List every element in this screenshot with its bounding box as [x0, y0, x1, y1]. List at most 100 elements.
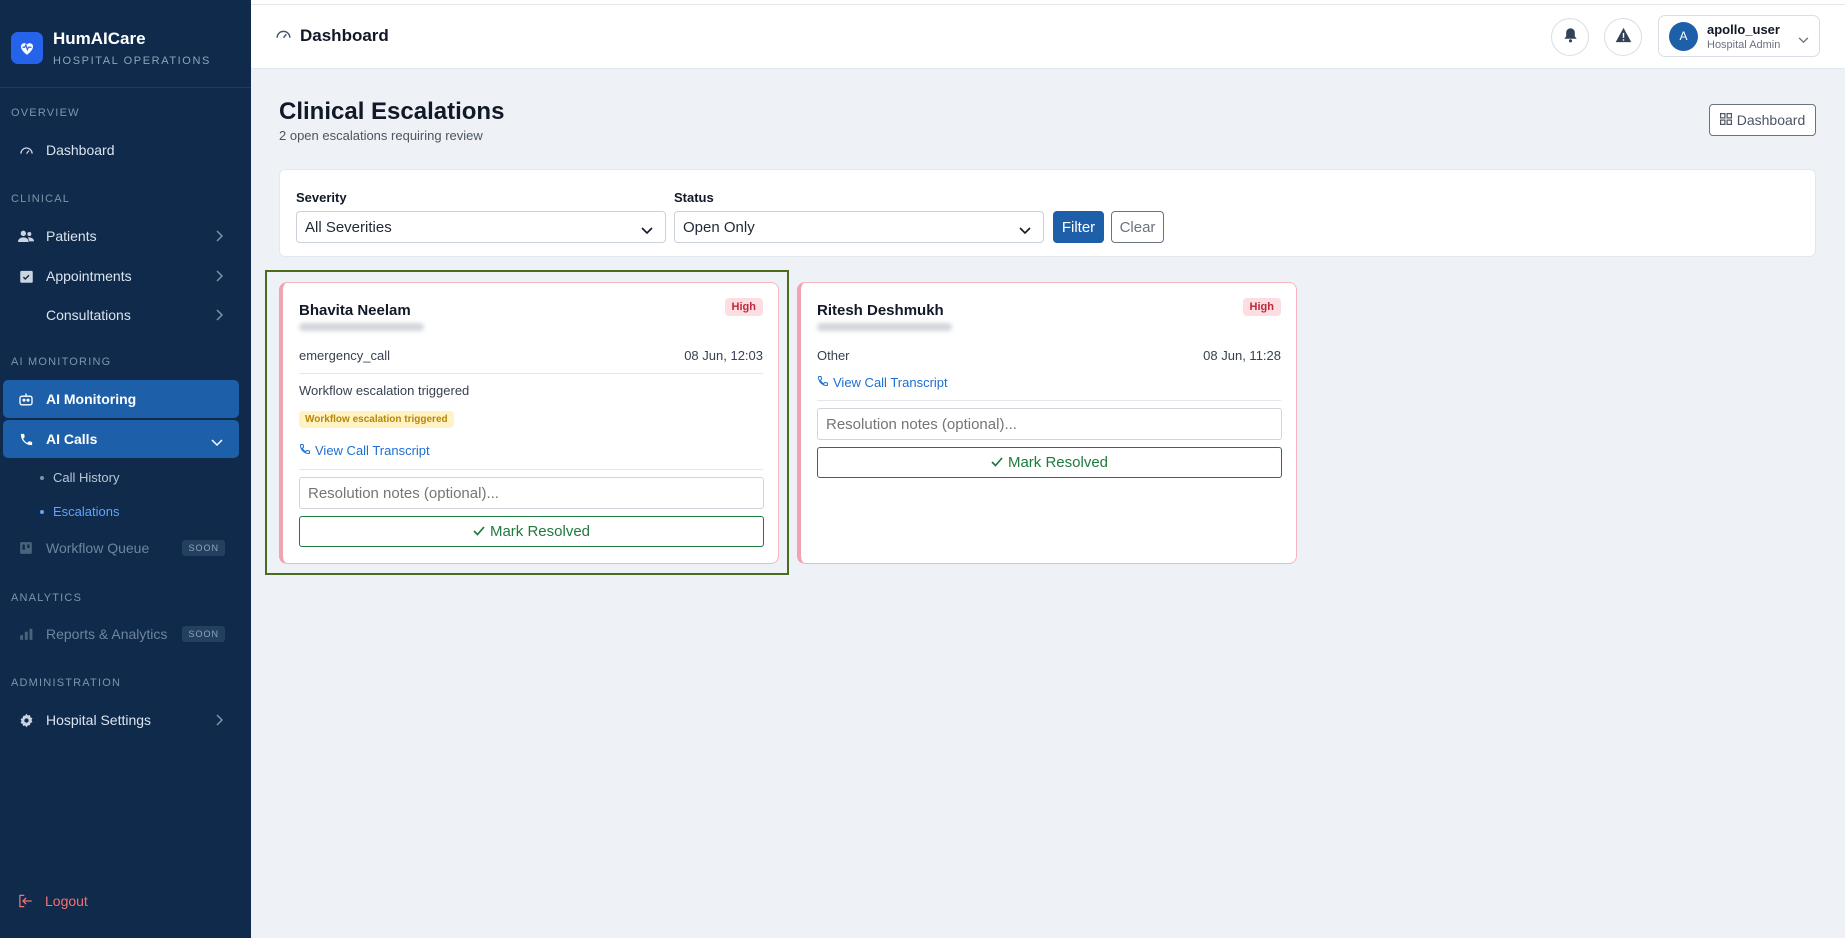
notifications-button[interactable] — [1551, 18, 1589, 56]
sidebar-item-dashboard[interactable]: Dashboard — [3, 131, 239, 169]
robot-icon — [18, 391, 34, 407]
patient-name: Ritesh Deshmukh — [817, 302, 944, 319]
top-header: Dashboard A apollo_user Hospital Admin — [251, 5, 1845, 69]
view-transcript-label: View Call Transcript — [315, 443, 430, 458]
bullet-icon — [40, 509, 44, 514]
reason-tag: Workflow escalation triggered — [299, 411, 454, 428]
sidebar-item-hospital-settings[interactable]: Hospital Settings — [3, 701, 239, 739]
chevron-down-icon — [1798, 31, 1809, 49]
severity-label: Severity — [296, 190, 347, 205]
user-name: apollo_user — [1707, 21, 1780, 37]
resolution-notes-input[interactable] — [817, 408, 1282, 440]
bell-icon — [1563, 27, 1578, 48]
dashboard-button[interactable]: Dashboard — [1709, 104, 1816, 136]
sidebar-subitem-escalations[interactable]: Escalations — [40, 504, 119, 519]
section-overview: OVERVIEW — [11, 107, 80, 119]
severity-badge: High — [1242, 298, 1281, 316]
sidebar-item-label: Hospital Settings — [46, 712, 152, 728]
escalation-time: 08 Jun, 11:28 — [1203, 348, 1281, 363]
escalation-time: 08 Jun, 12:03 — [684, 348, 763, 363]
check-icon — [991, 454, 1003, 471]
chevron-right-icon — [215, 229, 224, 245]
view-transcript-label: View Call Transcript — [833, 375, 948, 390]
chevron-down-icon — [641, 222, 653, 239]
sidebar-item-label: Appointments — [46, 268, 132, 284]
status-select[interactable]: Open Only — [674, 211, 1044, 243]
user-role: Hospital Admin — [1707, 38, 1781, 51]
users-icon — [18, 228, 34, 244]
logout-button[interactable]: Logout — [18, 893, 88, 909]
bar-chart-icon — [18, 626, 34, 642]
status-label: Status — [674, 190, 714, 205]
escalation-type: emergency_call — [299, 348, 391, 363]
dashboard-button-label: Dashboard — [1736, 112, 1806, 128]
gauge-icon — [275, 26, 292, 46]
sidebar-subitem-label: Call History — [53, 470, 120, 485]
gear-icon — [18, 712, 34, 728]
mark-resolved-label: Mark Resolved — [489, 523, 591, 540]
sidebar-item-label: AI Calls — [46, 431, 98, 447]
sidebar-item-reports: Reports & Analytics SOON — [3, 615, 239, 653]
sidebar-item-ai-calls[interactable]: AI Calls — [3, 420, 239, 458]
header-title-text: Dashboard — [300, 26, 389, 45]
sidebar-item-patients[interactable]: Patients — [3, 217, 239, 255]
calendar-check-icon — [18, 268, 34, 284]
user-menu[interactable]: A apollo_user Hospital Admin — [1658, 15, 1820, 57]
section-ai-monitoring: AI MONITORING — [11, 356, 112, 368]
resolution-notes-input[interactable] — [299, 477, 764, 509]
phone-icon — [299, 443, 311, 458]
filter-button[interactable]: Filter — [1053, 211, 1104, 243]
redacted-phone — [817, 323, 952, 331]
sidebar-item-workflow-queue: Workflow Queue SOON — [3, 529, 239, 567]
sidebar-item-label: AI Monitoring — [46, 391, 137, 407]
severity-select[interactable]: All Severities — [296, 211, 666, 243]
divider — [299, 373, 763, 374]
severity-badge: High — [724, 298, 763, 316]
bullet-icon — [40, 475, 44, 480]
mark-resolved-label: Mark Resolved — [1007, 454, 1109, 471]
patient-name: Bhavita Neelam — [299, 302, 411, 319]
sidebar-item-consultations[interactable]: Consultations — [3, 296, 239, 334]
sidebar: HumAICare HOSPITAL OPERATIONS OVERVIEW D… — [0, 0, 251, 938]
gauge-icon — [18, 142, 34, 158]
page-title: Clinical Escalations — [279, 98, 505, 125]
logout-label: Logout — [45, 893, 88, 909]
escalation-reason: Workflow escalation triggered — [299, 383, 470, 398]
brand-name: HumAICare — [53, 29, 146, 48]
phone-icon — [817, 375, 829, 390]
redacted-phone — [299, 323, 424, 331]
view-transcript-link[interactable]: View Call Transcript — [299, 443, 430, 458]
view-transcript-link[interactable]: View Call Transcript — [817, 375, 948, 390]
sidebar-item-label: Dashboard — [46, 142, 115, 158]
section-analytics: ANALYTICS — [11, 592, 83, 604]
chevron-right-icon — [215, 308, 224, 324]
sidebar-item-label: Consultations — [46, 307, 131, 323]
chevron-right-icon — [215, 713, 224, 729]
filter-panel: Severity All Severities Status Open Only… — [279, 169, 1816, 257]
escalation-card: Bhavita Neelam High emergency_call 08 Ju… — [279, 282, 779, 564]
logout-icon — [18, 894, 33, 908]
clear-button[interactable]: Clear — [1111, 211, 1164, 243]
brand-subtitle: HOSPITAL OPERATIONS — [53, 55, 211, 67]
chevron-right-icon — [215, 269, 224, 285]
sidebar-item-ai-monitoring[interactable]: AI Monitoring — [3, 380, 239, 418]
divider — [299, 469, 763, 470]
chevron-down-icon — [211, 434, 223, 450]
chevron-down-icon — [1019, 222, 1031, 239]
sidebar-subitem-call-history[interactable]: Call History — [40, 470, 119, 485]
severity-select-value: All Severities — [305, 218, 392, 236]
sidebar-item-label: Reports & Analytics — [46, 626, 168, 642]
header-title: Dashboard — [275, 26, 389, 46]
phone-icon — [18, 431, 34, 447]
consultations-icon — [18, 307, 34, 323]
sidebar-subitem-label: Escalations — [53, 504, 120, 519]
section-administration: ADMINISTRATION — [11, 677, 122, 689]
mark-resolved-button[interactable]: Mark Resolved — [299, 516, 764, 547]
divider — [817, 400, 1281, 401]
sidebar-item-appointments[interactable]: Appointments — [3, 257, 239, 295]
mark-resolved-button[interactable]: Mark Resolved — [817, 447, 1282, 478]
soon-badge: SOON — [182, 626, 225, 642]
alerts-button[interactable] — [1604, 18, 1642, 56]
grid-icon — [1719, 112, 1732, 128]
escalation-type: Other — [817, 348, 850, 363]
